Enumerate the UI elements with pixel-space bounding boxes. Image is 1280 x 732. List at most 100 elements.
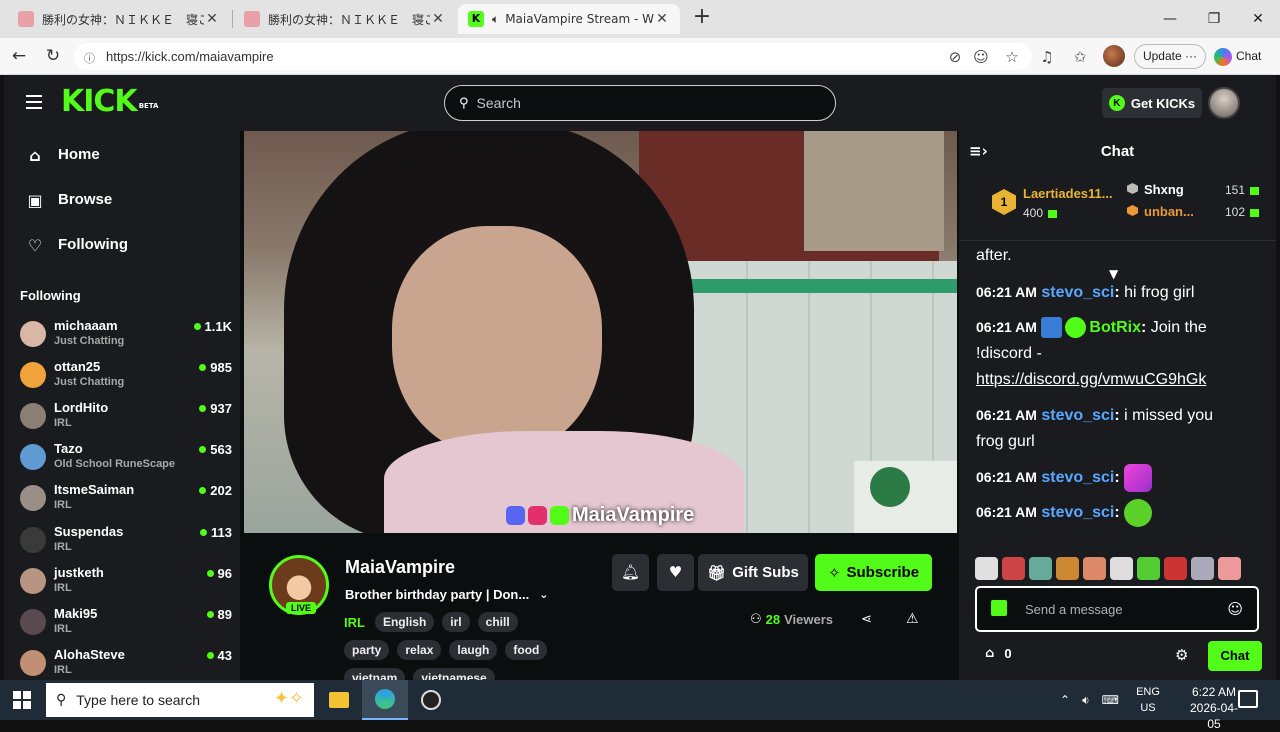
keyboard-icon[interactable]: ⌨ [1102, 693, 1119, 707]
tag[interactable]: vietnam [344, 668, 406, 680]
get-kicks-button[interactable]: K Get KICKs [1102, 88, 1202, 118]
tag[interactable]: vietnamese [413, 668, 495, 680]
tag[interactable]: chill [477, 612, 518, 632]
notification-bell-icon[interactable]: 🔔︎ [612, 554, 649, 591]
tab-close-icon[interactable]: ✕ [430, 11, 446, 27]
channel-name[interactable]: MaiaVampire [345, 557, 455, 578]
tag[interactable]: food [505, 640, 548, 660]
reading-icon[interactable]: ☺ [970, 46, 992, 68]
live-dot-icon [199, 446, 207, 453]
update-button[interactable]: Update ··· [1134, 44, 1206, 69]
tracking-prevention-icon[interactable]: ⊘ [944, 46, 966, 68]
edge-browser-icon[interactable] [362, 680, 408, 720]
site-info-icon[interactable]: ⓘ [84, 50, 98, 65]
tag[interactable]: English [374, 612, 435, 632]
tab-close-icon[interactable]: ✕ [204, 11, 220, 27]
follow-heart-icon[interactable]: ♥ [657, 554, 694, 591]
gifter-name[interactable]: Laertiades11... [1023, 186, 1113, 201]
reload-icon[interactable]: ↻ [40, 44, 66, 68]
following-item[interactable]: justketh IRL 96 [20, 564, 232, 605]
restore-icon[interactable]: ❐ [1192, 0, 1236, 38]
viewer-count: 1.1K [193, 319, 232, 334]
language-indicator[interactable]: ENG US [1134, 684, 1162, 716]
obs-icon[interactable] [408, 680, 454, 720]
points-icon: ⌂ [985, 646, 995, 661]
gear-icon[interactable]: ⚙ [1175, 646, 1188, 664]
emote-icon[interactable] [1002, 557, 1025, 580]
sidebar-item-home[interactable]: ⌂ Home [4, 132, 240, 177]
close-window-icon[interactable]: ✕ [1236, 0, 1280, 38]
collapse-chat-icon[interactable]: ≡› [969, 142, 988, 160]
discord-link[interactable]: https://discord.gg/vmwuCG9hGk [976, 371, 1206, 388]
emote-icon[interactable] [1056, 557, 1079, 580]
media-icon[interactable]: ♫ [1036, 46, 1058, 68]
sidebar-item-browse[interactable]: ▣ Browse [4, 177, 240, 222]
back-icon[interactable]: ← [6, 44, 32, 68]
clock[interactable]: 6:22 AM 2026-04-05 [1184, 684, 1244, 732]
emote-icon[interactable] [1218, 557, 1241, 580]
browser-tab[interactable]: 勝利の女神：ＮＩＫＫＥ 寝ころび ✕ [8, 4, 230, 34]
profile-avatar[interactable] [1103, 45, 1125, 67]
notification-icon[interactable] [1238, 690, 1258, 708]
share-icon[interactable]: ⋖ [861, 612, 872, 627]
emote-icon[interactable] [1083, 557, 1106, 580]
chat-username[interactable]: stevo_sci [1041, 284, 1114, 301]
chat-input[interactable]: Send a message ☺ [975, 586, 1259, 632]
tag[interactable]: irl [442, 612, 470, 632]
tag[interactable]: relax [397, 640, 442, 660]
report-warning-icon[interactable]: ⚠ [906, 611, 919, 627]
minimize-icon[interactable]: — [1148, 0, 1192, 38]
chat-username[interactable]: stevo_sci [1041, 469, 1114, 486]
copilot-chat-button[interactable]: Chat [1214, 44, 1274, 69]
following-item[interactable]: Tazo Old School RuneScape 563 [20, 440, 232, 481]
subscribe-button[interactable]: ✧ Subscribe [815, 554, 932, 591]
tag[interactable]: laugh [449, 640, 498, 660]
chevron-down-icon[interactable]: ⌄ [539, 588, 548, 601]
viewer-count: ⚇ 28 Viewers [750, 612, 834, 627]
following-item[interactable]: Maki95 IRL 89 [20, 605, 232, 646]
sidebar-item-following[interactable]: ♡ Following [4, 222, 240, 267]
chat-username[interactable]: stevo_sci [1041, 407, 1114, 424]
emote-icon[interactable] [1191, 557, 1214, 580]
user-avatar[interactable] [1208, 87, 1240, 119]
search-input[interactable]: ⚲ Search [444, 85, 836, 121]
chat-username[interactable]: stevo_sci [1041, 504, 1114, 521]
kick-logo[interactable]: KICK BETA [61, 85, 158, 119]
send-chat-button[interactable]: Chat [1208, 641, 1262, 671]
browser-tab[interactable]: 勝利の女神：ＮＩＫＫＥ 寝ころび ✕ [234, 4, 456, 34]
address-bar[interactable]: ⓘ https://kick.com/maiavampire [74, 43, 1032, 70]
video-player[interactable]: MaiaVampire [244, 131, 957, 533]
gifter-name[interactable]: unban... [1127, 204, 1194, 219]
following-item[interactable]: ItsmeSaiman IRL 202 [20, 481, 232, 522]
browser-tab-active[interactable]: K 🔈︎ MaiaVampire Stream - Watch ✕ [458, 4, 680, 34]
gifter-name[interactable]: Shxng [1127, 182, 1184, 197]
emote-icon[interactable] [1029, 557, 1052, 580]
speaker-icon[interactable]: 🔈︎ [492, 12, 499, 27]
favorite-star-icon[interactable]: ☆ [1001, 46, 1023, 68]
gift-subs-button[interactable]: 🎁︎ Gift Subs [698, 554, 808, 591]
file-explorer-icon[interactable] [316, 680, 362, 720]
windows-start-icon[interactable] [0, 680, 44, 720]
emote-icon[interactable] [1164, 557, 1187, 580]
following-item[interactable]: michaaam Just Chatting 1.1K [20, 317, 232, 358]
emote-icon[interactable] [1110, 557, 1133, 580]
tab-close-icon[interactable]: ✕ [654, 11, 670, 27]
chat-username[interactable]: BotRix [1089, 319, 1141, 336]
favorites-icon[interactable]: ✩ [1069, 46, 1091, 68]
channel-points[interactable]: ⌂ 0 [985, 646, 1012, 661]
stream-overlay-name: MaiaVampire [506, 504, 694, 527]
emote-icon[interactable] [1137, 557, 1160, 580]
category-link[interactable]: IRL [344, 615, 365, 630]
following-item[interactable]: Suspendas IRL 113 [20, 523, 232, 564]
chevron-up-icon[interactable]: ⌃ [1060, 693, 1070, 707]
gift-icon[interactable] [991, 600, 1007, 616]
following-item[interactable]: ottan25 Just Chatting 985 [20, 358, 232, 399]
taskbar-search-input[interactable]: ⚲ Type here to search ✦✧ [46, 683, 314, 717]
volume-icon[interactable]: 🔉︎ [1082, 693, 1090, 708]
following-item[interactable]: LordHito IRL 937 [20, 399, 232, 440]
new-tab-button[interactable]: + [690, 6, 714, 30]
tag[interactable]: party [344, 640, 390, 660]
emote-icon[interactable] [975, 557, 998, 580]
menu-icon[interactable] [26, 95, 42, 109]
emoji-icon[interactable]: ☺ [1227, 600, 1243, 618]
